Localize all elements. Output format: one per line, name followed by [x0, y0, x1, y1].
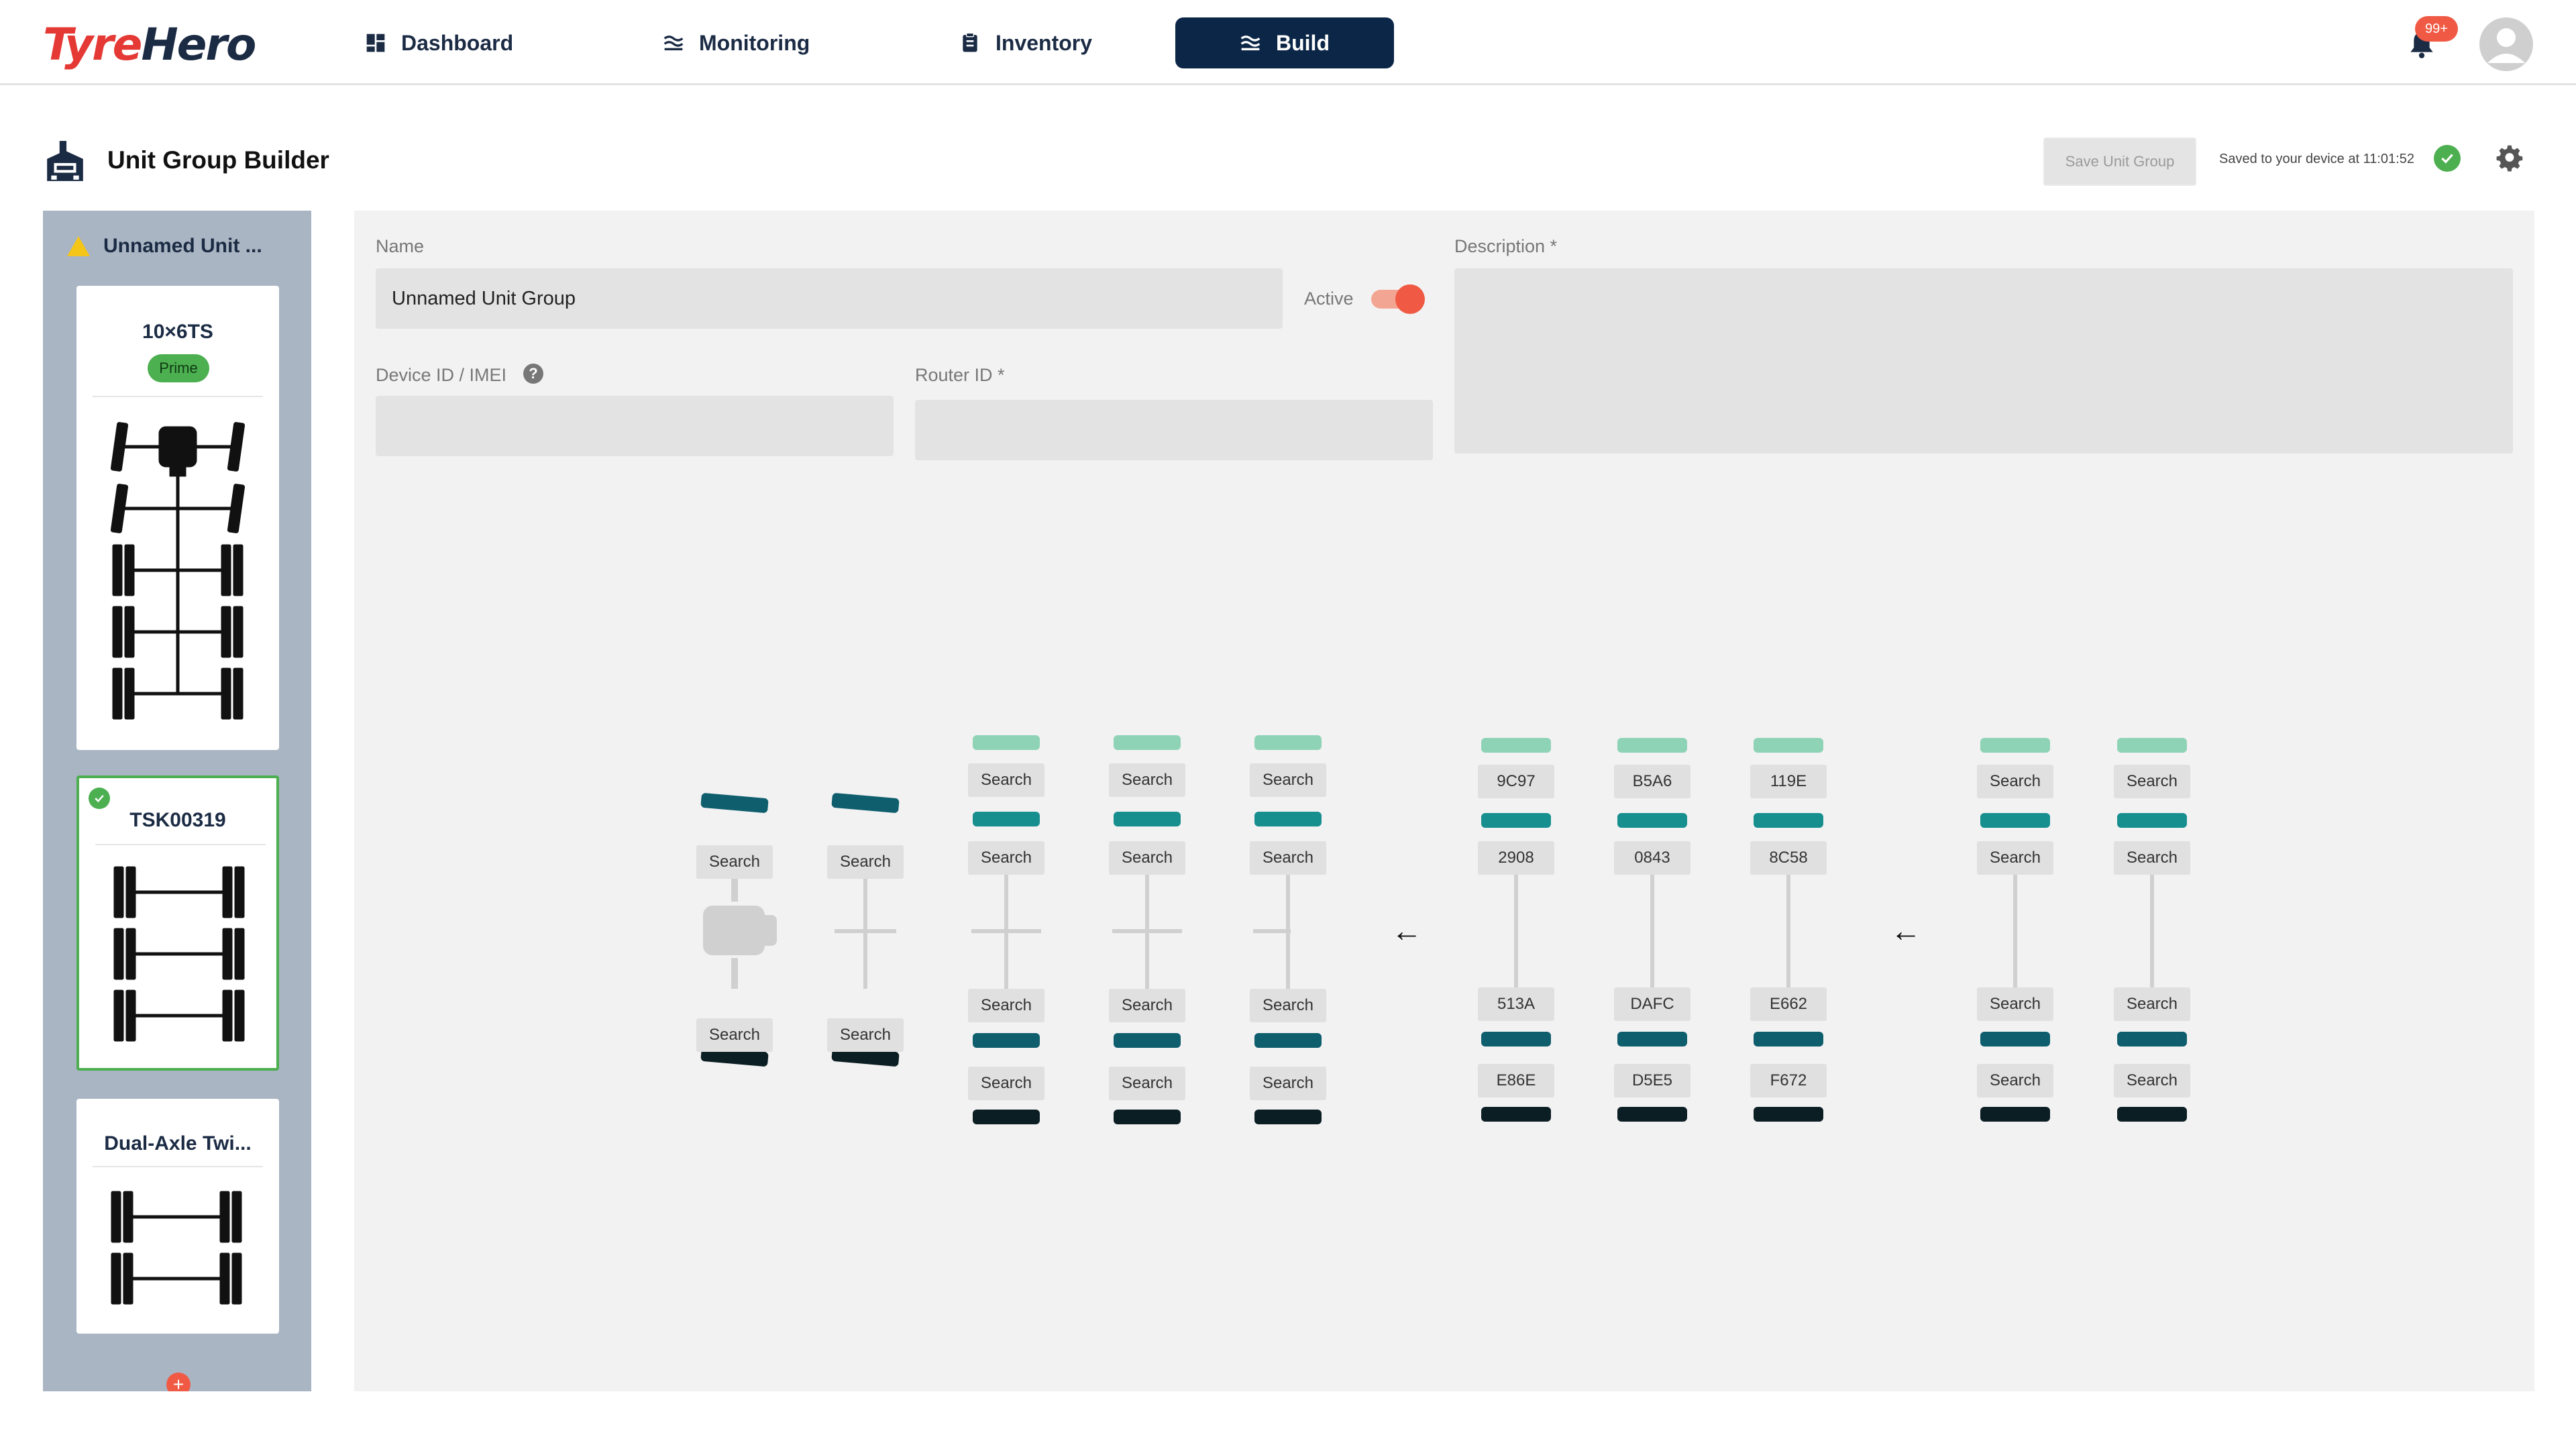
sensor-id-button[interactable]: F672 [1750, 1064, 1827, 1097]
tyre-search-button[interactable]: Search [696, 1018, 773, 1052]
sensor-id-button[interactable]: 9C97 [1478, 765, 1554, 798]
tyre-search-button[interactable]: Search [968, 841, 1044, 875]
unit-card-title: TSK00319 [129, 809, 226, 831]
tyre-search-button[interactable]: Search [1250, 841, 1326, 875]
sensor-id-button[interactable]: D5E5 [1614, 1064, 1690, 1097]
logo-text-hero: Hero [141, 19, 256, 70]
sensor-id-button[interactable]: E662 [1750, 987, 1827, 1021]
tyre-search-button[interactable]: Search [1109, 989, 1185, 1022]
notification-badge: 99+ [2415, 16, 2458, 42]
tyre-search-button[interactable]: Search [1250, 989, 1326, 1022]
card-divider [95, 844, 266, 845]
tyre-search-button[interactable]: Search [696, 845, 773, 879]
unit-group-name: Unnamed Unit ... [103, 235, 262, 257]
build-icon [1240, 36, 1260, 50]
monitoring-icon [663, 36, 684, 50]
sensor-id-button[interactable]: E86E [1478, 1064, 1554, 1097]
tyre-search-button[interactable]: Search [968, 1067, 1044, 1100]
unit-card-3[interactable]: Dual-Axle Twi... [76, 1099, 279, 1334]
saved-status: Saved to your device at 11:01:52 [2219, 152, 2414, 166]
tyre-search-button[interactable]: Search [1977, 841, 2053, 875]
logo-text-tyre: Tyre [43, 19, 142, 70]
nav-monitoring[interactable]: Monitoring [663, 17, 810, 68]
top-nav: TyreHero Dashboard Monitoring Inventory … [0, 0, 2576, 85]
tyre-search-button[interactable]: Search [2114, 841, 2190, 875]
sensor-id-button[interactable]: 2908 [1478, 841, 1554, 875]
tyre[interactable] [700, 793, 769, 814]
main-panel: Name Unnamed Unit Group Active Descripti… [354, 211, 2534, 1391]
sensor-id-button[interactable]: 0843 [1614, 841, 1690, 875]
unit-card-1[interactable]: 10×6TS Prime [76, 286, 279, 750]
nav-inventory-label: Inventory [996, 30, 1093, 55]
sidebar: Unnamed Unit ... 10×6TS Prime TSK00319 D… [43, 211, 311, 1391]
tyre-search-button[interactable]: Search [1109, 1067, 1185, 1100]
sensor-id-button[interactable]: DAFC [1614, 987, 1690, 1021]
tyre-search-button[interactable]: Search [2114, 1064, 2190, 1097]
sensor-id-button[interactable]: 119E [1750, 765, 1827, 798]
brand-logo[interactable]: TyreHero [43, 19, 256, 70]
arrow-left-icon: ← [1890, 913, 1921, 948]
nav-monitoring-label: Monitoring [699, 30, 810, 55]
tyre-search-button[interactable]: Search [1977, 1064, 2053, 1097]
tyre-search-button[interactable]: Search [2114, 765, 2190, 798]
arrow-left-icon: ← [1391, 913, 1422, 948]
warning-icon [67, 236, 90, 256]
tyre-search-button[interactable]: Search [1250, 1067, 1326, 1100]
tyre-search-button[interactable]: Search [1109, 763, 1185, 797]
sensor-id-button[interactable]: B5A6 [1614, 765, 1690, 798]
tyre-search-button[interactable]: Search [1109, 841, 1185, 875]
unit-group-heading[interactable]: Unnamed Unit ... [67, 235, 262, 258]
factory-icon [47, 141, 83, 181]
dashboard-icon [366, 34, 385, 52]
tyre-search-button[interactable]: Search [2114, 987, 2190, 1021]
unit-card-title: 10×6TS [142, 321, 213, 343]
unit-card-title: Dual-Axle Twi... [104, 1132, 252, 1155]
prime-badge: Prime [148, 354, 209, 382]
tyre-search-button[interactable]: Search [1977, 987, 2053, 1021]
check-icon [89, 788, 110, 809]
nav-inventory[interactable]: Inventory [959, 17, 1092, 68]
gear-icon[interactable] [2496, 145, 2524, 173]
tyre-search-button[interactable]: Search [1977, 765, 2053, 798]
tyre-search-button[interactable]: Search [968, 763, 1044, 797]
card-divider [93, 396, 263, 397]
add-unit-button[interactable]: + [166, 1373, 191, 1391]
tyre-search-button[interactable]: Search [1250, 763, 1326, 797]
nav-build[interactable]: Build [1175, 17, 1394, 68]
inventory-icon [963, 32, 977, 52]
tyre-search-button[interactable]: Search [968, 989, 1044, 1022]
page-title: Unit Group Builder [107, 146, 329, 174]
tyre[interactable] [831, 793, 900, 814]
engine-block [703, 906, 765, 955]
diagram-graphics [700, 735, 2187, 1124]
axle-layout-tri [113, 866, 245, 1042]
axle-layout-10x6 [110, 422, 246, 720]
avatar-icon[interactable] [2479, 17, 2533, 71]
axle-layout-dual [111, 1191, 242, 1305]
tyre-search-button[interactable]: Search [827, 1018, 904, 1052]
sensor-id-button[interactable]: 513A [1478, 987, 1554, 1021]
unit-group-diagram: Search Search Search Search Search Searc… [354, 211, 2534, 1391]
unit-card-2[interactable]: TSK00319 [76, 775, 279, 1071]
tyre-search-button[interactable]: Search [827, 845, 904, 879]
nav-dashboard-label: Dashboard [401, 30, 514, 55]
nav-dashboard[interactable]: Dashboard [365, 17, 513, 68]
save-unit-group-button[interactable]: Save Unit Group [2043, 138, 2196, 186]
card-divider [93, 1166, 263, 1167]
sensor-id-button[interactable]: 8C58 [1750, 841, 1827, 875]
nav-build-label: Build [1276, 30, 1330, 55]
check-icon [2434, 145, 2461, 172]
